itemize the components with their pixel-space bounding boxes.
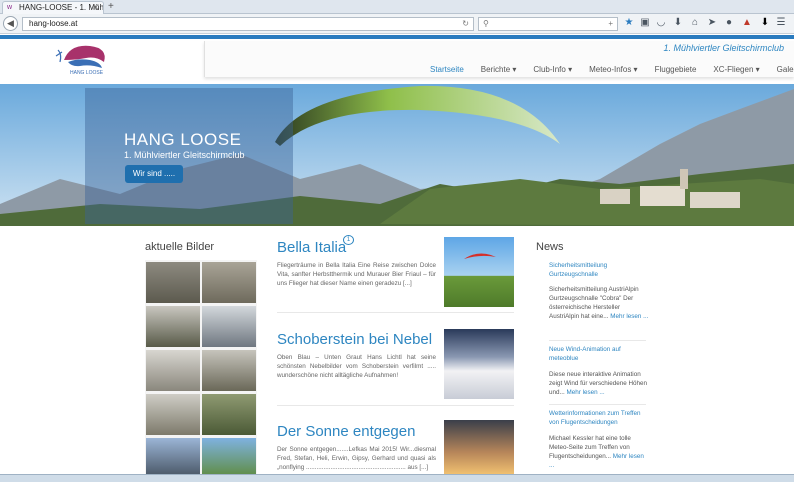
gallery-thumb[interactable] bbox=[146, 350, 200, 391]
recent-images-heading: aktuelle Bilder bbox=[145, 241, 215, 253]
post-thumbnail[interactable] bbox=[444, 329, 514, 399]
menu-item-startseite[interactable]: Startseite bbox=[430, 64, 464, 76]
gallery-thumb[interactable] bbox=[146, 438, 200, 479]
site-tagline: 1. Mühlviertler Gleitschirmclub bbox=[663, 43, 784, 53]
post-title[interactable]: Schoberstein bei Nebel bbox=[277, 331, 432, 348]
new-tab-icon[interactable]: + bbox=[108, 1, 114, 13]
news-item-text: Michael Kessler hat eine tolle Meteo-Sei… bbox=[549, 435, 644, 469]
brand-bar bbox=[0, 35, 794, 39]
news-item-text: Diese neue interaktive Animation zeigt W… bbox=[549, 371, 648, 396]
post-excerpt: Fliegerträume in Bella Italia Eine Reise… bbox=[277, 262, 436, 287]
browser-tabbar: w HANG-LOOSE - 1. Mühlvie... ✕ + bbox=[0, 0, 794, 14]
hero-about-button[interactable]: Wir sind ..... bbox=[125, 165, 183, 183]
logo-text: HANG LOOSE bbox=[70, 70, 104, 76]
gallery-thumb[interactable] bbox=[146, 262, 200, 303]
read-more-link[interactable]: Mehr lesen ... bbox=[567, 389, 605, 396]
post-divider bbox=[277, 405, 514, 406]
back-button[interactable]: ◀ bbox=[3, 16, 18, 31]
post-excerpt: Der Sonne entgegen.......Lefkas Mai 2015… bbox=[277, 446, 436, 471]
hero-subtitle: 1. Mühlviertler Gleitschirmclub bbox=[124, 150, 245, 160]
post-title[interactable]: Der Sonne entgegen bbox=[277, 423, 415, 440]
post-divider bbox=[277, 312, 514, 313]
os-taskbar bbox=[0, 474, 794, 482]
post-thumbnail[interactable] bbox=[444, 420, 514, 474]
browser-tab[interactable]: w HANG-LOOSE - 1. Mühlvie... ✕ bbox=[2, 1, 104, 14]
gallery-thumb[interactable] bbox=[146, 394, 200, 435]
menu-item-fluggebiete[interactable]: Fluggebiete bbox=[655, 64, 697, 76]
gallery-thumb[interactable] bbox=[146, 306, 200, 347]
search-engine-plus-icon[interactable]: + bbox=[608, 18, 613, 30]
search-input[interactable]: ⚲ + bbox=[478, 17, 618, 31]
home-icon[interactable]: ⌂ bbox=[688, 16, 702, 30]
image-gallery bbox=[145, 260, 257, 482]
menu-item-galerie[interactable]: Galerie ▾ bbox=[777, 64, 794, 76]
menu-item-club-info[interactable]: Club-Info ▾ bbox=[533, 64, 572, 76]
menu-icon[interactable]: ☰ bbox=[774, 16, 788, 30]
send-icon[interactable]: ➤ bbox=[705, 16, 719, 30]
star-icon[interactable]: ★ bbox=[622, 16, 636, 30]
tab-title: HANG-LOOSE - 1. Mühlvie... bbox=[19, 3, 104, 12]
gallery-thumb[interactable] bbox=[202, 350, 256, 391]
arrow-down-icon[interactable]: ⬇ bbox=[758, 16, 772, 30]
menu-item-meteo-infos[interactable]: Meteo-Infos ▾ bbox=[589, 64, 637, 76]
main-menu: Startseite Berichte ▾ Club-Info ▾ Meteo-… bbox=[430, 64, 794, 76]
menu-item-berichte[interactable]: Berichte ▾ bbox=[481, 64, 517, 76]
news-item-link[interactable]: Neue Wind-Animation auf meteoblue bbox=[549, 345, 644, 363]
comment-count-badge[interactable]: 1 bbox=[343, 235, 354, 245]
search-icon: ⚲ bbox=[483, 19, 489, 28]
download-icon[interactable]: ⬇ bbox=[671, 16, 685, 30]
addon-icon[interactable]: ▲ bbox=[740, 16, 754, 30]
clipboard-icon[interactable]: ▣ bbox=[638, 16, 652, 30]
news-item-link[interactable]: Sicherheitsmitteilung Gurtzeugschnalle bbox=[549, 261, 644, 279]
site-logo[interactable]: HANG LOOSE bbox=[50, 40, 114, 76]
site-favicon-icon: w bbox=[7, 4, 13, 11]
post-thumbnail[interactable] bbox=[444, 237, 514, 307]
url-text: hang-loose.at bbox=[29, 19, 78, 28]
news-item-text: Sicherheitsmitteilung AustriAlpin Gurtze… bbox=[549, 286, 649, 320]
gallery-thumb[interactable] bbox=[202, 306, 256, 347]
read-more-link[interactable]: Mehr lesen ... bbox=[610, 313, 648, 320]
chat-icon[interactable]: ● bbox=[722, 16, 736, 30]
close-tab-icon[interactable]: ✕ bbox=[92, 2, 99, 14]
reload-icon[interactable]: ↻ bbox=[462, 18, 469, 30]
news-divider bbox=[549, 404, 646, 405]
menu-item-xc-fliegen[interactable]: XC-Fliegen ▾ bbox=[713, 64, 759, 76]
gallery-thumb[interactable] bbox=[202, 262, 256, 303]
pocket-icon[interactable]: ◡ bbox=[654, 16, 668, 30]
news-divider bbox=[549, 340, 646, 341]
news-heading: News bbox=[536, 241, 564, 253]
news-item-link[interactable]: Wetterinformationen zum Treffen von Flug… bbox=[549, 409, 649, 427]
post-excerpt: Oben Blau – Unten Graut Hans Lichtl hat … bbox=[277, 354, 436, 379]
gallery-thumb[interactable] bbox=[202, 394, 256, 435]
url-bar[interactable]: hang-loose.at ↻ bbox=[22, 17, 474, 31]
gallery-thumb[interactable] bbox=[202, 438, 256, 479]
hero-title: HANG LOOSE bbox=[124, 130, 242, 149]
post-title[interactable]: Bella Italia bbox=[277, 239, 346, 256]
